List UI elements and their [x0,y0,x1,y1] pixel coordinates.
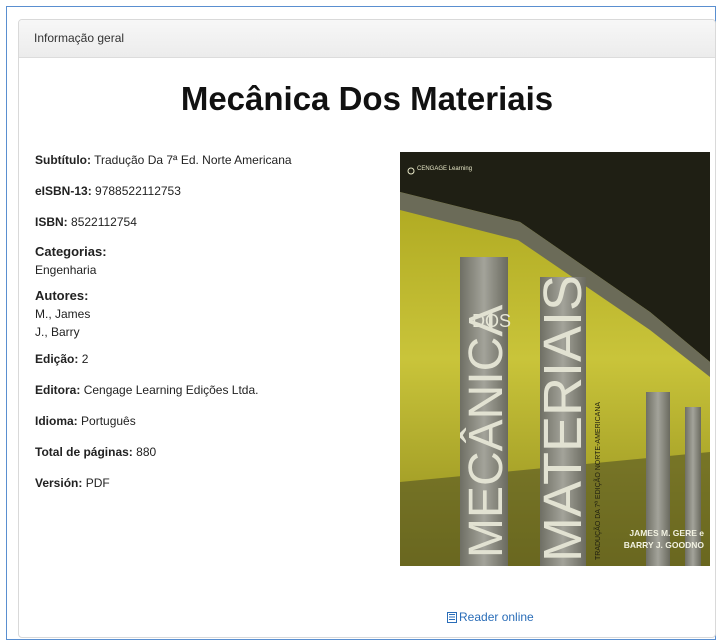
authors-block: Autores: M., James J., Barry [35,287,375,341]
publisher-label: Editora: [35,383,81,397]
isbn-value: 8522112754 [71,215,137,229]
subtitle-label: Subtítulo: [35,153,91,167]
reader-online-link[interactable]: Reader online [447,610,534,624]
edition-value: 2 [81,352,89,366]
subtitle-value: Tradução Da 7ª Ed. Norte Americana [94,153,292,167]
categories-block: Categorias: Engenharia [35,243,375,279]
edition-label: Edição: [35,352,79,366]
book-cover-image: CENGAGE Learning DOS MECÂNICA MATERIAIS … [400,152,710,566]
cover-author-line-2: BARRY J. GOODNO [624,540,705,550]
cover-side-text: TRADUÇÃO DA 7ª EDIÇÃO NORTE-AMERICANA [593,402,602,560]
eisbn-label: eISBN-13: [35,184,92,198]
publisher-value: Cengage Learning Edições Ltda. [83,383,259,397]
version-label: Versión: [35,476,83,490]
panel-header-title: Informação geral [34,31,125,45]
version-value: PDF [85,476,110,490]
pages-value: 880 [136,445,157,459]
authors-label: Autores: [35,288,89,303]
reader-online-label[interactable]: Reader online [459,610,534,624]
book-cover-art: CENGAGE Learning DOS MECÂNICA MATERIAIS … [400,152,710,566]
isbn-row: ISBN: 8522112754 [35,212,375,232]
general-info-panel: Informação geral Mecânica Dos Materiais … [18,19,716,638]
cover-word-materiais: MATERIAIS [533,275,593,562]
language-value: Português [81,414,136,428]
eisbn-value: 9788522112753 [95,184,181,198]
category-item: Engenharia [35,263,97,277]
book-details: Subtítulo: Tradução Da 7ª Ed. Norte Amer… [35,150,375,504]
publisher-row: Editora: Cengage Learning Edições Ltda. [35,380,375,400]
language-row: Idioma: Português [35,411,375,431]
book-icon [447,611,457,623]
subtitle-row: Subtítulo: Tradução Da 7ª Ed. Norte Amer… [35,150,375,170]
book-title: Mecânica Dos Materiais [180,80,554,117]
author-item: J., Barry [35,325,80,339]
language-label: Idioma: [35,414,78,428]
logo-text: CENGAGE Learning [417,166,472,172]
pages-label: Total de páginas: [35,445,133,459]
edition-row: Edição: 2 [35,349,375,369]
author-item: M., James [35,307,91,321]
cover-word-mecanica: MECÂNICA [460,305,513,558]
eisbn-row: eISBN-13: 9788522112753 [35,181,375,201]
cover-author-line-1: JAMES M. GERE e [629,528,704,538]
categories-label: Categorias: [35,244,107,259]
panel-header: Informação geral [19,20,715,58]
pages-row: Total de páginas: 880 [35,442,375,462]
version-row: Versión: PDF [35,473,375,493]
isbn-label: ISBN: [35,215,68,229]
